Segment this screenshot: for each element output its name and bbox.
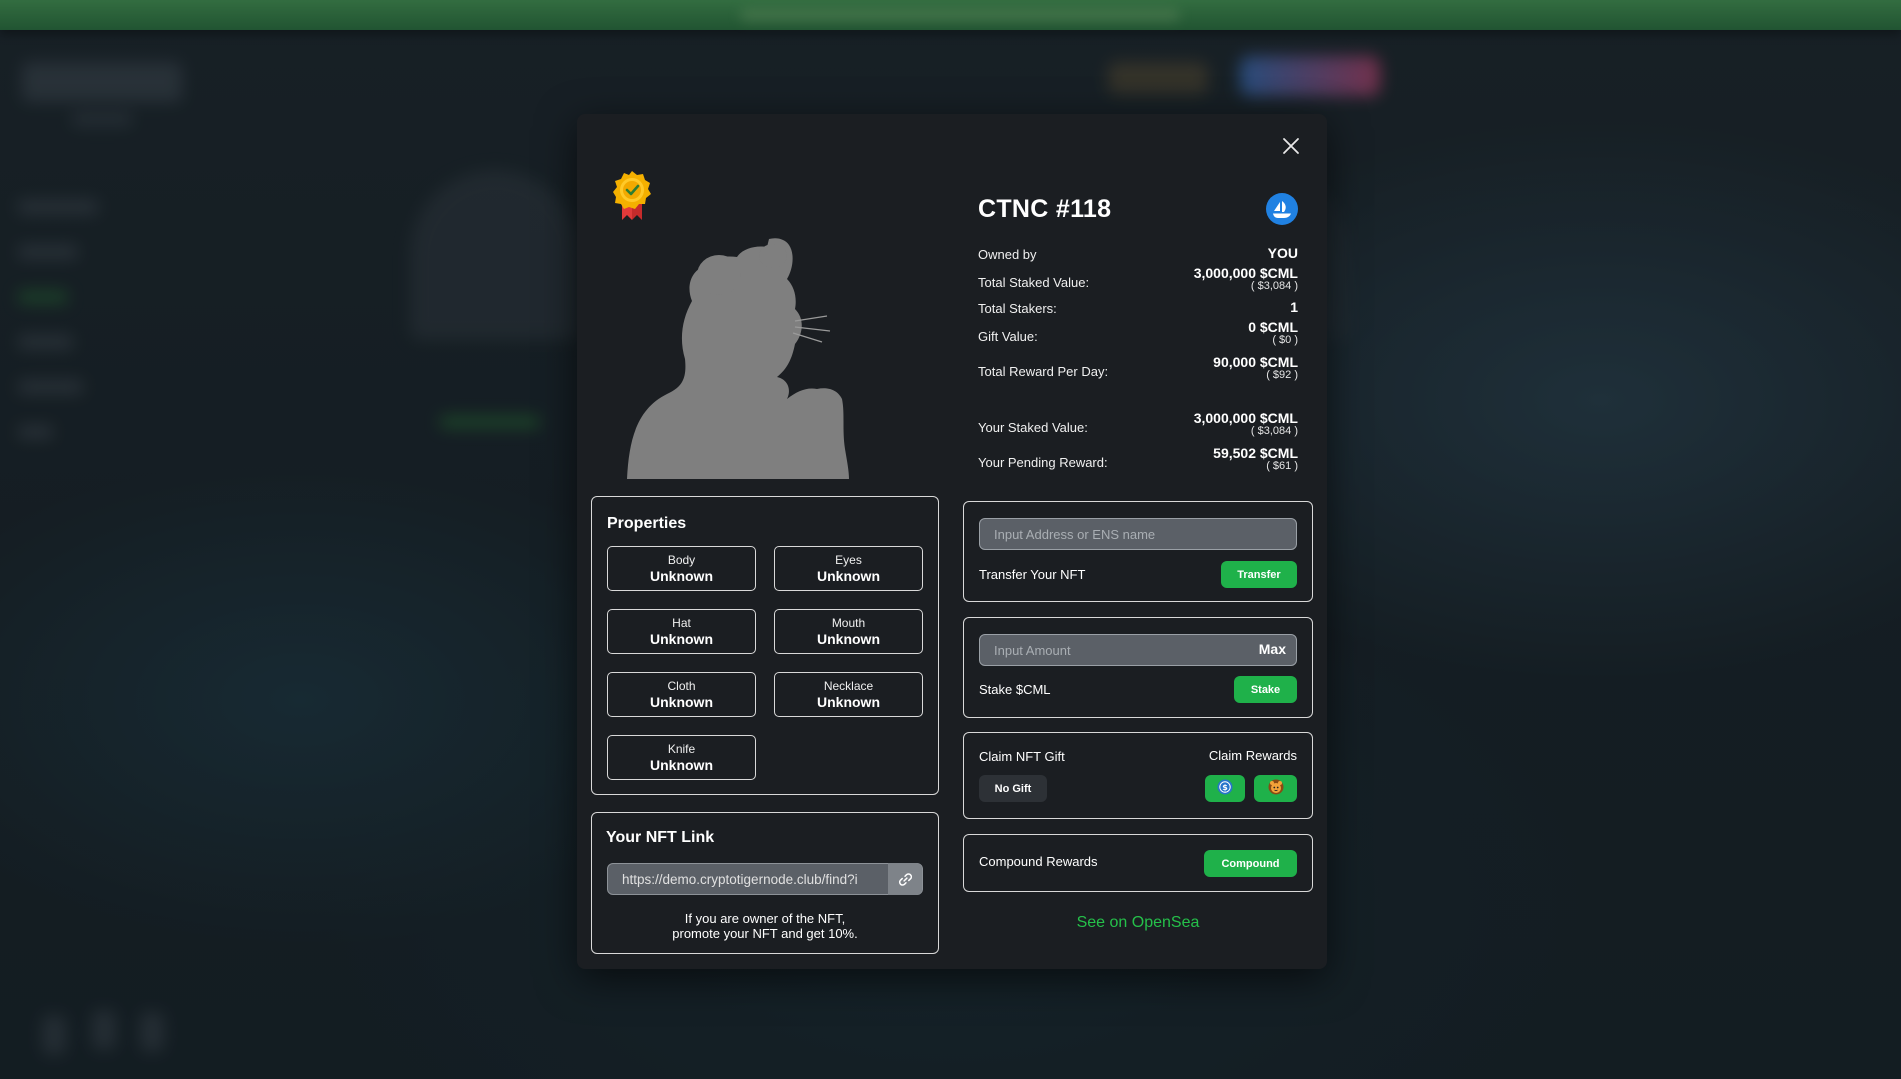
transfer-label: Transfer Your NFT: [979, 567, 1086, 582]
nft-link-field[interactable]: https://demo.cryptotigernode.club/find?i: [607, 863, 923, 895]
stat-value: 3,000,000 $CML: [1193, 410, 1298, 426]
stat-value: 0 $CML: [1248, 319, 1298, 335]
property-body: Body Unknown: [607, 546, 756, 591]
property-mouth: Mouth Unknown: [774, 609, 923, 654]
stat-usd: ( $3,084 ): [1250, 280, 1298, 292]
nft-detail-modal: CTNC #118 Owned by YOU Total Staked Valu…: [577, 114, 1327, 969]
nft-link-panel: Your NFT Link https://demo.cryptotigerno…: [591, 812, 939, 954]
stat-usd: ( $61 ): [1266, 460, 1298, 472]
compound-button[interactable]: Compound: [1204, 850, 1297, 877]
max-button[interactable]: Max: [1259, 641, 1286, 657]
stat-usd: ( $92 ): [1266, 369, 1298, 381]
usdc-coin-icon: $: [1217, 779, 1233, 798]
amount-placeholder: Input Amount: [994, 642, 1071, 658]
svg-text:$: $: [1222, 783, 1228, 792]
see-on-opensea-link[interactable]: See on OpenSea: [963, 914, 1313, 932]
property-necklace: Necklace Unknown: [774, 672, 923, 717]
stat-value: 1: [1290, 299, 1298, 315]
stat-owned-by: Owned by YOU: [978, 245, 1298, 262]
properties-title: Properties: [607, 515, 687, 532]
stat-your-staked: Your Staked Value: 3,000,000 $CML( $3,08…: [978, 410, 1298, 437]
compound-panel: Compound Rewards Compound: [963, 834, 1313, 892]
stake-label: Stake $CML: [979, 682, 1051, 697]
nft-link-note: If you are owner of the NFT, promote you…: [672, 911, 858, 941]
stat-pending-reward: Your Pending Reward: 59,502 $CML( $61 ): [978, 445, 1298, 472]
nft-link-title: Your NFT Link: [606, 829, 715, 846]
stake-button[interactable]: Stake: [1234, 676, 1297, 703]
nft-title: CTNC #118: [978, 195, 1112, 223]
stat-usd: ( $0 ): [1272, 334, 1298, 346]
stat-value: 3,000,000 $CML: [1193, 265, 1298, 281]
stat-value: 90,000 $CML: [1213, 354, 1298, 370]
stat-reward-per-day: Total Reward Per Day: 90,000 $CML( $92 ): [978, 354, 1298, 381]
close-icon[interactable]: [1279, 134, 1303, 158]
properties-panel: Properties Body Unknown Eyes Unknown Hat…: [591, 496, 939, 795]
stat-value: 59,502 $CML: [1213, 445, 1298, 461]
stat-total-staked: Total Staked Value: 3,000,000 $CML( $3,0…: [978, 265, 1298, 292]
property-hat: Hat Unknown: [607, 609, 756, 654]
tiger-token-icon: [1268, 779, 1284, 798]
transfer-panel: Input Address or ENS name Transfer Your …: [963, 501, 1313, 602]
nft-link-url[interactable]: https://demo.cryptotigernode.club/find?i: [608, 872, 888, 887]
property-cloth: Cloth Unknown: [607, 672, 756, 717]
claim-tiger-button[interactable]: [1254, 775, 1297, 802]
property-eyes: Eyes Unknown: [774, 546, 923, 591]
address-input[interactable]: Input Address or ENS name: [979, 518, 1297, 550]
link-icon[interactable]: [888, 863, 922, 895]
no-gift-button[interactable]: No Gift: [979, 775, 1047, 802]
transfer-button[interactable]: Transfer: [1221, 561, 1297, 588]
stake-panel: Input Amount Max Stake $CML Stake: [963, 617, 1313, 718]
stat-usd: ( $3,084 ): [1250, 425, 1298, 437]
amount-input[interactable]: Input Amount Max: [979, 634, 1297, 666]
opensea-icon[interactable]: [1266, 193, 1298, 225]
claim-usdc-button[interactable]: $: [1205, 775, 1245, 802]
stat-gift-value: Gift Value: 0 $CML( $0 ): [978, 319, 1298, 346]
claim-panel: Claim NFT Gift No Gift Claim Rewards $: [963, 732, 1313, 819]
stat-total-stakers: Total Stakers: 1: [978, 299, 1298, 316]
claim-gift-label: Claim NFT Gift: [979, 749, 1065, 764]
nft-image-placeholder: [627, 209, 917, 479]
property-knife: Knife Unknown: [607, 735, 756, 780]
compound-label: Compound Rewards: [979, 854, 1098, 869]
claim-rewards-label: Claim Rewards: [1208, 748, 1297, 763]
stat-value: YOU: [1267, 245, 1298, 261]
